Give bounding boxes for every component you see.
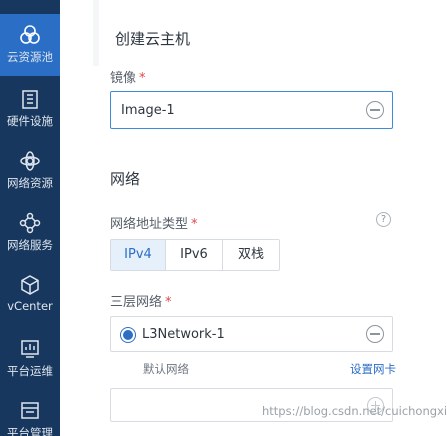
platform-management-icon bbox=[21, 402, 39, 419]
sidebar-item-network-resource[interactable]: 网络资源 bbox=[0, 140, 60, 202]
image-label-text: 镜像 bbox=[110, 71, 137, 86]
watermark: https://blog.csdn.net/cuichongxin bbox=[262, 404, 447, 418]
sidebar-item-network-service[interactable]: 网络服务 bbox=[0, 202, 60, 264]
address-type-label: 网络地址类型 * bbox=[110, 213, 198, 232]
image-label: 镜像 * bbox=[110, 67, 146, 86]
platform-ops-icon bbox=[21, 340, 39, 358]
sidebar-item-cloud-resource-pool[interactable]: 云资源池 bbox=[0, 14, 60, 76]
set-nic-link[interactable]: 设置网卡 bbox=[350, 361, 396, 377]
l3-network-label: 三层网络 * bbox=[110, 291, 172, 310]
image-field[interactable]: Image-1 bbox=[110, 91, 393, 129]
sidebar-item-label: 云资源池 bbox=[7, 50, 53, 64]
vcenter-cube-icon bbox=[21, 275, 39, 295]
address-type-dual-stack-button[interactable]: 双栈 bbox=[223, 240, 279, 270]
sidebar-item-label: 平台运维 bbox=[7, 364, 53, 378]
l3-network-name: L3Network-1 bbox=[142, 327, 225, 342]
required-mark: * bbox=[191, 217, 198, 232]
image-value: Image-1 bbox=[121, 103, 175, 118]
sidebar-item-label: 硬件设施 bbox=[7, 114, 53, 128]
remove-circle-icon[interactable] bbox=[366, 325, 384, 343]
create-vm-form: 创建云主机 镜像 * Image-1 网络 网络地址类型 * ? IPv4 IPv6… bbox=[60, 0, 447, 436]
network-resource-icon bbox=[20, 151, 40, 171]
address-type-ipv6-button[interactable]: IPv6 bbox=[166, 240, 223, 270]
address-type-segmented-control: IPv4 IPv6 双栈 bbox=[110, 239, 280, 271]
l3-network-field[interactable]: L3Network-1 bbox=[110, 316, 393, 352]
sidebar-item-platform-management[interactable]: 平台管理 bbox=[0, 390, 60, 436]
address-type-ipv4-button[interactable]: IPv4 bbox=[111, 240, 166, 270]
hardware-icon bbox=[22, 90, 38, 109]
default-network-radio[interactable] bbox=[123, 330, 133, 340]
sidebar-item-hardware[interactable]: 硬件设施 bbox=[0, 78, 60, 140]
required-mark: * bbox=[165, 295, 172, 310]
sidebar-item-label: 网络资源 bbox=[7, 176, 53, 190]
sidebar-item-vcenter[interactable]: vCenter bbox=[0, 264, 60, 326]
network-service-icon bbox=[19, 212, 41, 234]
address-type-label-text: 网络地址类型 bbox=[110, 217, 189, 232]
cloud-resource-pool-icon bbox=[20, 25, 40, 44]
sidebar-item-platform-ops[interactable]: 平台运维 bbox=[0, 328, 60, 390]
required-mark: * bbox=[139, 71, 146, 86]
question-circle-icon[interactable]: ? bbox=[376, 212, 391, 227]
network-section-title: 网络 bbox=[110, 170, 141, 188]
sidebar: 云资源池 硬件设施 网络资源 网络服务 vCenter 平台运维 平台管理 bbox=[0, 0, 60, 436]
sidebar-item-label: 平台管理 bbox=[7, 426, 53, 436]
sidebar-item-label: 网络服务 bbox=[7, 238, 53, 252]
l3-network-label-text: 三层网络 bbox=[110, 295, 163, 310]
remove-circle-icon[interactable] bbox=[366, 101, 384, 119]
sidebar-item-label: vCenter bbox=[7, 299, 53, 313]
page-title: 创建云主机 bbox=[115, 30, 191, 48]
title-bar: 创建云主机 bbox=[93, 0, 447, 66]
default-network-note: 默认网络 bbox=[143, 362, 189, 376]
